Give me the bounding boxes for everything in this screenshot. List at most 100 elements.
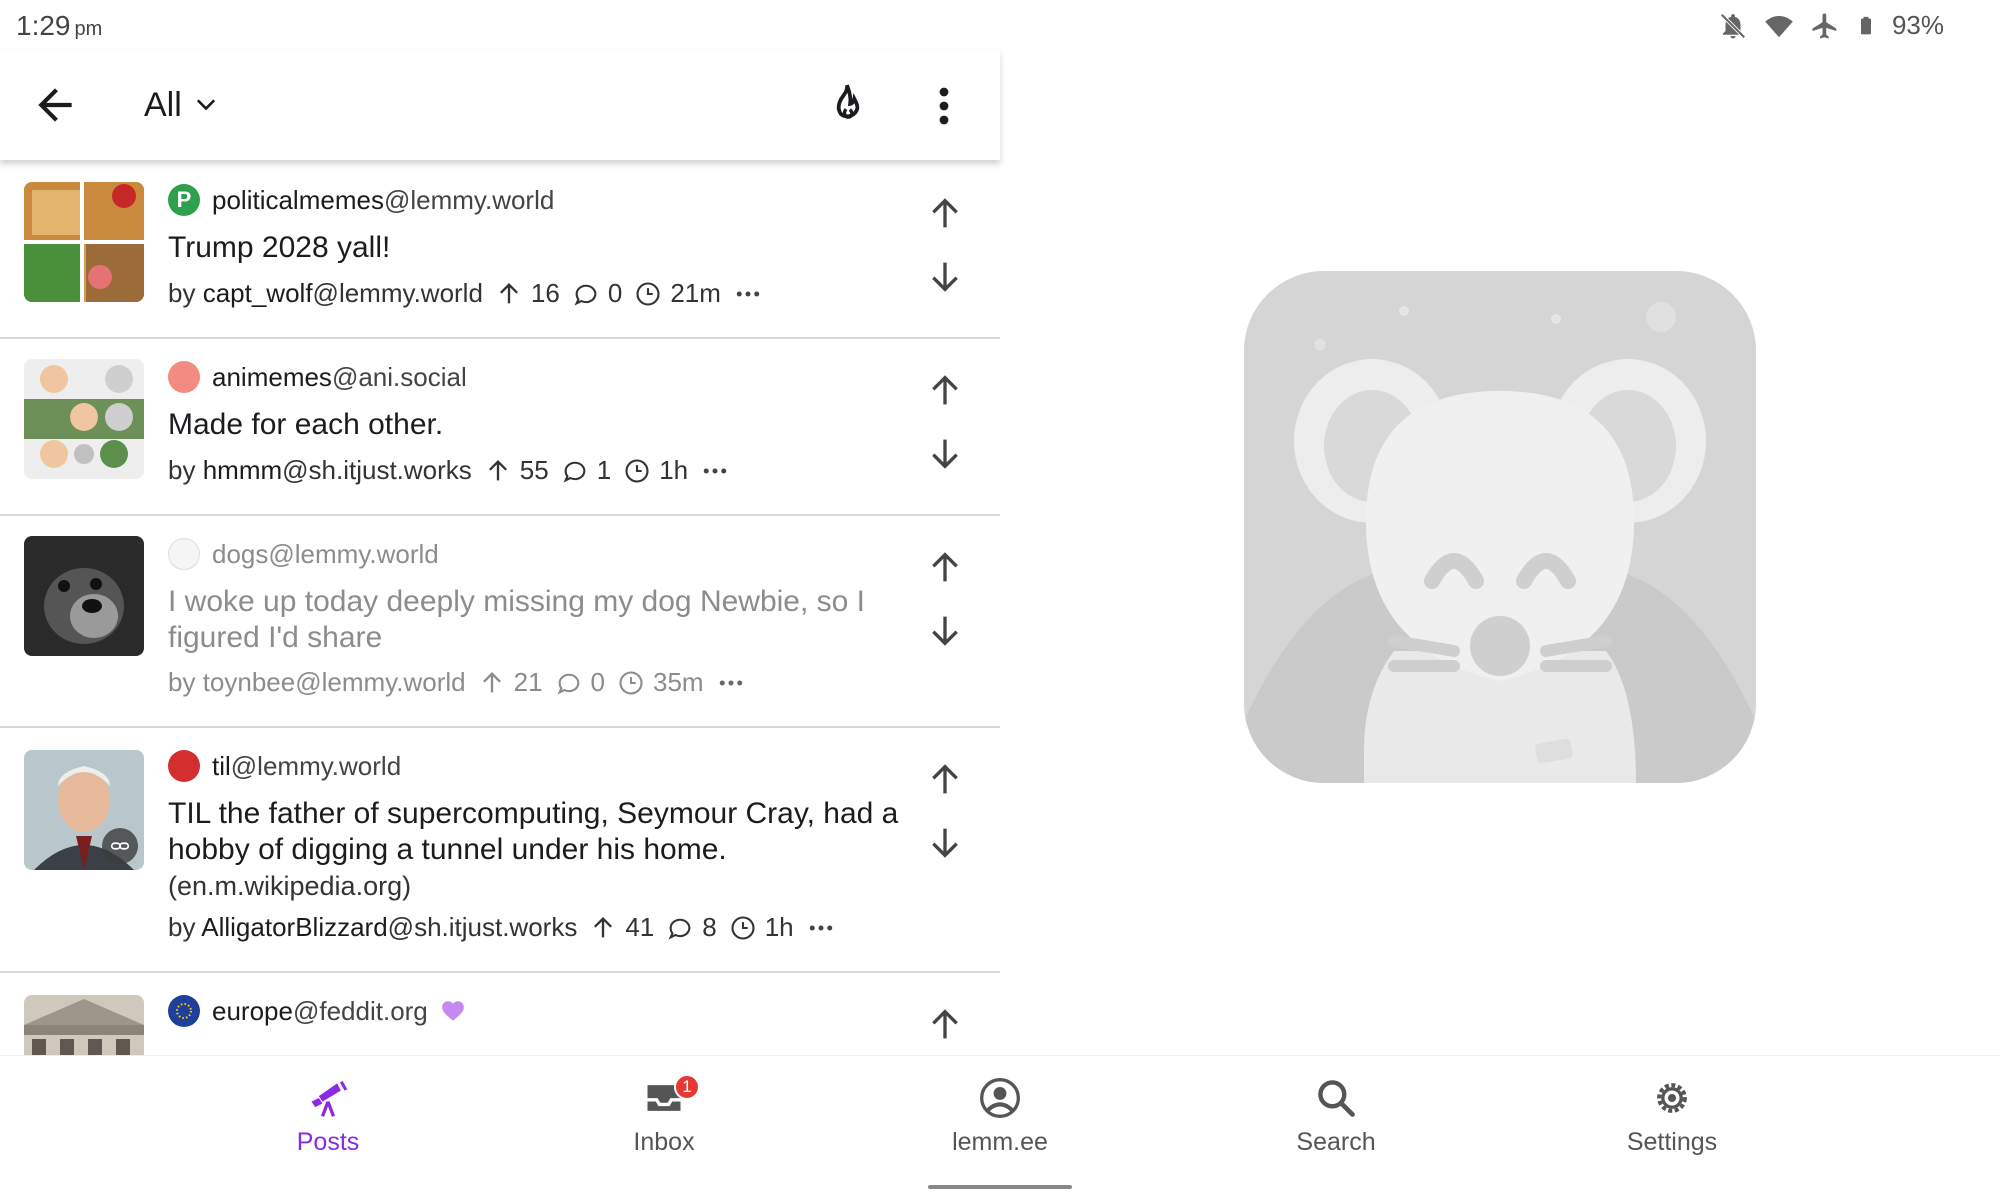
nav-posts[interactable]: Posts bbox=[228, 1076, 428, 1157]
upvote-arrow-icon[interactable] bbox=[925, 371, 965, 411]
community-name-text: politicalmemes bbox=[212, 184, 384, 215]
community-name[interactable]: dogs@lemmy.world bbox=[212, 539, 439, 570]
mouse-logo-icon bbox=[1244, 271, 1756, 783]
author-link[interactable]: by hmmm@sh.itjust.works bbox=[168, 455, 472, 486]
post-age-value: 1h bbox=[764, 912, 794, 942]
author-link[interactable]: by capt_wolf@lemmy.world bbox=[168, 278, 483, 309]
comment-icon bbox=[574, 284, 597, 306]
downvote-arrow-icon[interactable] bbox=[925, 256, 965, 296]
community-name[interactable]: europe@feddit.org bbox=[212, 996, 428, 1027]
author-name: toynbee bbox=[202, 667, 296, 697]
app-logo-placeholder bbox=[1244, 271, 1756, 783]
post-title[interactable]: Made for each other. bbox=[168, 407, 908, 443]
status-time-value: 1:29 bbox=[16, 10, 71, 41]
post-meta: by hmmm@sh.itjust.works 55 1 1h bbox=[168, 455, 730, 486]
nav-account[interactable]: lemm.ee bbox=[900, 1076, 1100, 1157]
author-instance: @sh.itjust.works bbox=[282, 455, 472, 485]
downvote-arrow-icon[interactable] bbox=[925, 433, 965, 473]
post-thumbnail[interactable] bbox=[24, 536, 144, 656]
back-arrow-icon[interactable] bbox=[30, 80, 80, 130]
heart-icon bbox=[441, 1001, 464, 1021]
score: 21 bbox=[478, 667, 543, 698]
author-name: capt_wolf bbox=[202, 278, 313, 308]
community-row[interactable]: dogs@lemmy.world bbox=[168, 538, 439, 570]
community-icon bbox=[168, 538, 200, 570]
community-name[interactable]: til@lemmy.world bbox=[212, 751, 401, 782]
community-name-text: europe bbox=[212, 995, 293, 1026]
comment-icon bbox=[668, 918, 691, 940]
link-icon bbox=[110, 842, 130, 850]
community-icon bbox=[168, 750, 200, 782]
more-horiz-icon[interactable] bbox=[733, 279, 763, 309]
comment-icon bbox=[557, 673, 579, 695]
post-age-value: 1h bbox=[659, 455, 689, 485]
score: 16 bbox=[495, 278, 560, 309]
gesture-nav-bar[interactable] bbox=[928, 1185, 1072, 1189]
upvote-score-icon bbox=[594, 916, 613, 937]
nav-search[interactable]: Search bbox=[1236, 1076, 1436, 1157]
post-title[interactable]: TIL the father of supercomputing, Seymou… bbox=[168, 796, 908, 904]
more-horiz-icon[interactable] bbox=[700, 456, 730, 486]
author-instance: @lemmy.world bbox=[295, 667, 466, 697]
eu-stars-icon bbox=[176, 1003, 192, 1019]
community-row[interactable]: til@lemmy.world bbox=[168, 750, 401, 782]
post-meta: by toynbee@lemmy.world 21 0 35m bbox=[168, 667, 746, 698]
post-feed[interactable]: P politicalmemes@lemmy.world Trump 2028 … bbox=[0, 160, 1000, 1055]
status-time: 1:29 pm bbox=[16, 10, 102, 42]
community-row[interactable]: animemes@ani.social bbox=[168, 361, 467, 393]
post-age-value: 35m bbox=[653, 667, 704, 697]
author-prefix: by bbox=[168, 667, 196, 697]
post-item[interactable]: P politicalmemes@lemmy.world Trump 2028 … bbox=[0, 160, 1000, 339]
community-name[interactable]: politicalmemes@lemmy.world bbox=[212, 185, 554, 216]
nav-account-label: lemm.ee bbox=[952, 1128, 1048, 1156]
clock-icon bbox=[625, 458, 649, 483]
community-row[interactable]: europe@feddit.org bbox=[168, 995, 466, 1027]
post-item[interactable]: europe@feddit.org bbox=[0, 973, 1000, 1055]
upvote-arrow-icon[interactable] bbox=[925, 1005, 965, 1045]
community-instance: @feddit.org bbox=[292, 995, 428, 1026]
community-icon: P bbox=[168, 184, 200, 216]
community-name[interactable]: animemes@ani.social bbox=[212, 362, 467, 393]
upvote-arrow-icon[interactable] bbox=[925, 194, 965, 234]
post-title[interactable]: Trump 2028 yall! bbox=[168, 230, 908, 266]
post-item[interactable]: dogs@lemmy.world I woke up today deeply … bbox=[0, 516, 1000, 728]
author-instance: @sh.itjust.works bbox=[387, 912, 578, 942]
clock-icon bbox=[636, 281, 660, 306]
post-domain[interactable]: (en.m.wikipedia.org) bbox=[168, 868, 908, 904]
post-thumbnail[interactable] bbox=[24, 182, 144, 302]
flame-icon[interactable] bbox=[822, 78, 872, 134]
community-instance: @lemmy.world bbox=[268, 538, 439, 569]
post-thumbnail[interactable] bbox=[24, 995, 144, 1055]
author-link[interactable]: by AlligatorBlizzard@sh.itjust.works bbox=[168, 912, 577, 943]
author-link[interactable]: by toynbee@lemmy.world bbox=[168, 667, 466, 698]
score-value: 16 bbox=[530, 278, 560, 308]
post-item[interactable]: til@lemmy.world TIL the father of superc… bbox=[0, 728, 1000, 973]
downvote-arrow-icon[interactable] bbox=[925, 610, 965, 650]
bell-off-icon bbox=[1720, 12, 1746, 39]
post-title[interactable]: I woke up today deeply missing my dog Ne… bbox=[168, 584, 888, 656]
feed-type-dropdown[interactable]: All bbox=[144, 80, 220, 130]
post-item[interactable]: animemes@ani.social Made for each other.… bbox=[0, 339, 1000, 516]
upvote-score-icon bbox=[499, 282, 518, 303]
downvote-arrow-icon[interactable] bbox=[925, 822, 965, 862]
upvote-arrow-icon[interactable] bbox=[925, 548, 965, 588]
upvote-arrow-icon[interactable] bbox=[925, 760, 965, 800]
post-age: 21m bbox=[634, 278, 721, 309]
more-horiz-icon[interactable] bbox=[716, 668, 746, 698]
more-vert-icon[interactable] bbox=[920, 78, 968, 134]
score: 55 bbox=[484, 455, 549, 486]
comment-count-value: 0 bbox=[607, 278, 623, 308]
author-instance: @lemmy.world bbox=[312, 278, 483, 308]
comment-count: 8 bbox=[666, 912, 717, 943]
nav-inbox[interactable]: 1 Inbox bbox=[564, 1074, 764, 1157]
post-thumbnail[interactable] bbox=[24, 359, 144, 479]
post-thumbnail[interactable] bbox=[24, 750, 144, 870]
community-icon bbox=[168, 361, 200, 393]
community-instance: @lemmy.world bbox=[230, 750, 402, 781]
more-horiz-icon[interactable] bbox=[806, 913, 836, 943]
feed-type-label: All bbox=[144, 85, 182, 124]
community-row[interactable]: P politicalmemes@lemmy.world bbox=[168, 184, 554, 216]
author-prefix: by bbox=[168, 278, 196, 308]
battery-percent: 93% bbox=[1891, 10, 1944, 40]
nav-settings[interactable]: Settings bbox=[1572, 1076, 1772, 1157]
